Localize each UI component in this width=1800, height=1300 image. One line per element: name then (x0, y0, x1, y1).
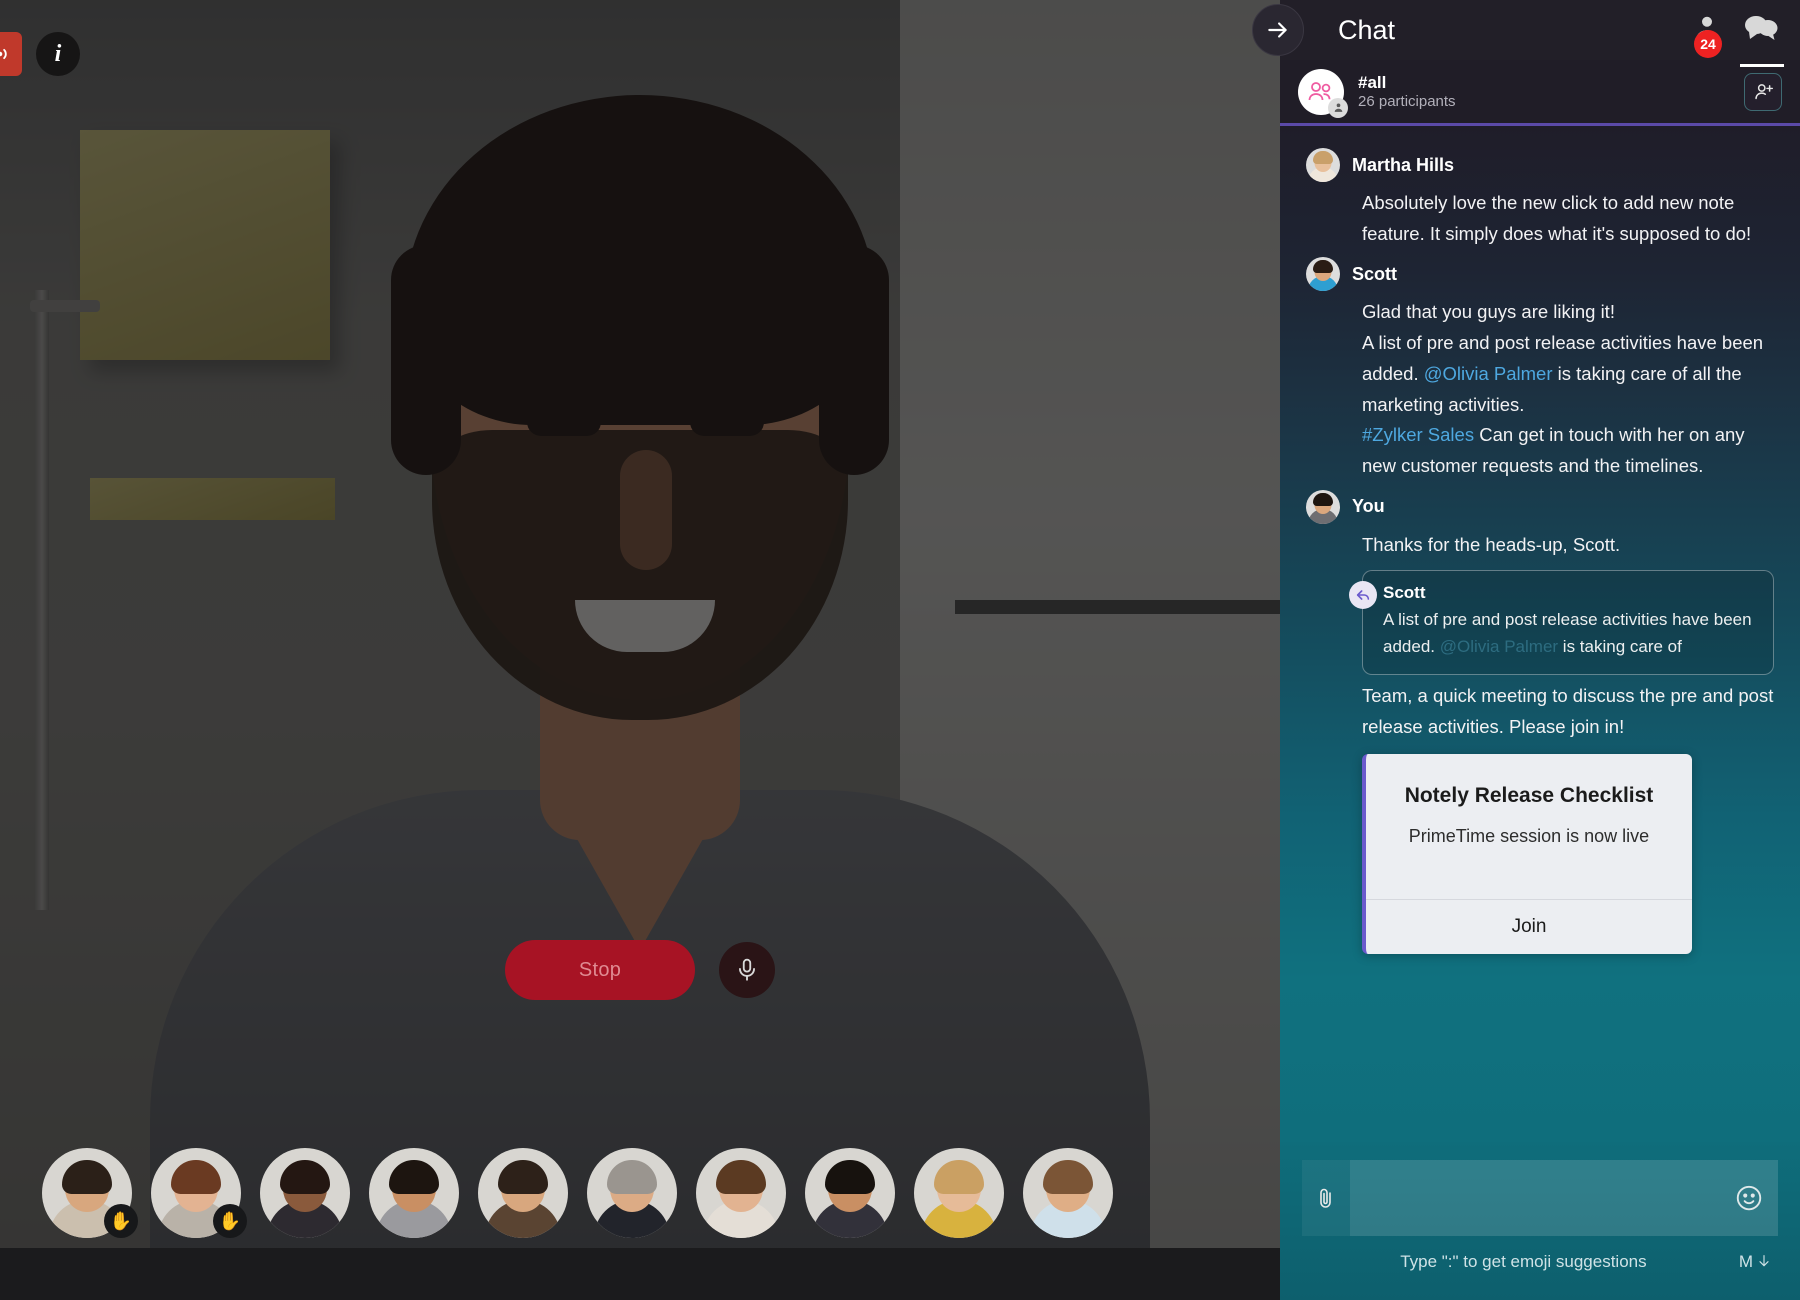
emoji-hint: Type ":" to get emoji suggestions (1400, 1252, 1646, 1272)
quoted-message[interactable]: Scott A list of pre and post release acti… (1362, 570, 1774, 675)
message-text: is taking care of (1558, 637, 1682, 656)
message-body: Thanks for the heads-up, Scott. (1306, 530, 1774, 561)
message-sender: You (1352, 496, 1385, 517)
composer-row (1302, 1160, 1778, 1236)
participant-avatar (696, 1148, 786, 1238)
message-text: Team, a quick meeting to discuss the pre… (1362, 685, 1773, 737)
message-text: Glad that you guys are liking it! (1362, 301, 1615, 322)
arrow-down-icon (1756, 1252, 1772, 1270)
group-icon (1298, 69, 1344, 115)
microphone-icon[interactable] (719, 942, 775, 998)
message-body: Absolutely love the new click to add new… (1306, 188, 1774, 249)
participant-avatar (1023, 1148, 1113, 1238)
message-body: Glad that you guys are liking it! (1306, 297, 1774, 328)
message-body: #Zylker Sales Can get in touch with her … (1306, 420, 1774, 481)
mention-link[interactable]: @Olivia Palmer (1440, 637, 1558, 656)
raised-hand-icon: ✋ (104, 1204, 138, 1238)
call-controls: Stop (0, 940, 1280, 1000)
chat-header: Chat 24 (1280, 0, 1800, 60)
channel-info: #all 26 participants (1358, 72, 1456, 112)
chat-bubbles-icon[interactable] (1744, 13, 1778, 48)
channel-type-badge (1328, 98, 1348, 118)
info-glyph: i (55, 41, 62, 68)
message-text: Thanks for the heads-up, Scott. (1362, 534, 1620, 555)
stage-top-left-indicators: i (0, 32, 80, 76)
chat-message: Martha Hills Absolutely love the new clic… (1306, 148, 1774, 249)
chat-message: You Thanks for the heads-up, Scott. Scott A… (1306, 490, 1774, 955)
markdown-label: M (1739, 1252, 1753, 1272)
participant-avatar (914, 1148, 1004, 1238)
channel-bar[interactable]: #all 26 participants (1280, 60, 1800, 126)
message-body: A list of pre and post release activitie… (1306, 328, 1774, 420)
info-icon[interactable]: i (36, 32, 80, 76)
composer: Type ":" to get emoji suggestions M (1280, 1142, 1800, 1300)
quoted-sender: Scott (1383, 583, 1755, 603)
avatar (1306, 257, 1340, 291)
paperclip-icon[interactable] (1302, 1160, 1350, 1236)
participants-icon[interactable]: 24 (1692, 13, 1722, 48)
participant-thumbnail[interactable] (1023, 1148, 1113, 1238)
chat-title: Chat (1338, 15, 1395, 46)
channel-participants: 26 participants (1358, 93, 1456, 112)
participant-avatar (478, 1148, 568, 1238)
reply-icon (1349, 581, 1377, 609)
session-card-subtitle: PrimeTime session is now live (1384, 826, 1674, 847)
message-header: Scott (1306, 257, 1774, 291)
raised-hand-icon: ✋ (213, 1204, 247, 1238)
message-text: Absolutely love the new click to add new… (1362, 192, 1751, 244)
participant-thumbnail[interactable]: ✋ (151, 1148, 241, 1238)
smiley-icon[interactable] (1734, 1183, 1764, 1213)
message-header: You (1306, 490, 1774, 524)
chat-header-icons: 24 (1692, 13, 1800, 48)
participant-thumbnail[interactable] (696, 1148, 786, 1238)
participant-thumbnail[interactable] (478, 1148, 568, 1238)
broadcast-icon[interactable] (0, 32, 22, 76)
channel-name: #all (1358, 72, 1456, 93)
join-button[interactable]: Join (1366, 899, 1692, 954)
participant-avatar (587, 1148, 677, 1238)
session-card-title: Notely Release Checklist (1384, 784, 1674, 808)
participant-filmstrip: ✋✋ (0, 1138, 1280, 1248)
chat-message: Scott Glad that you guys are liking it! A … (1306, 257, 1774, 481)
mention-link[interactable]: @Olivia Palmer (1424, 363, 1553, 384)
session-card-body: Notely Release Checklist PrimeTime sessio… (1366, 754, 1692, 899)
stage-bottom-bar (0, 1248, 1280, 1300)
message-list[interactable]: Martha Hills Absolutely love the new clic… (1280, 126, 1800, 1142)
participant-avatar (260, 1148, 350, 1238)
participant-thumbnail[interactable]: ✋ (42, 1148, 132, 1238)
avatar (1306, 490, 1340, 524)
message-header: Martha Hills (1306, 148, 1774, 182)
session-card: Notely Release Checklist PrimeTime sessio… (1362, 754, 1692, 954)
chat-panel: Chat 24 (1280, 0, 1800, 1300)
meeting-app: i Stop ✋✋ Chat (0, 0, 1800, 1300)
composer-footer: Type ":" to get emoji suggestions M (1302, 1236, 1778, 1272)
participant-thumbnail[interactable] (805, 1148, 895, 1238)
message-sender: Scott (1352, 264, 1397, 285)
message-sender: Martha Hills (1352, 155, 1454, 176)
participant-avatar (369, 1148, 459, 1238)
channel-link[interactable]: #Zylker Sales (1362, 424, 1474, 445)
stop-button[interactable]: Stop (505, 940, 695, 1000)
avatar (1306, 148, 1340, 182)
message-input[interactable] (1350, 1160, 1778, 1236)
participants-count-badge: 24 (1694, 30, 1722, 58)
participant-avatar (805, 1148, 895, 1238)
message-body: Team, a quick meeting to discuss the pre… (1306, 681, 1774, 742)
participant-thumbnail[interactable] (914, 1148, 1004, 1238)
markdown-toggle[interactable]: M (1739, 1252, 1772, 1272)
add-person-icon[interactable] (1744, 73, 1782, 111)
arrow-right-icon[interactable] (1252, 4, 1304, 56)
video-stage: i Stop ✋✋ (0, 0, 1280, 1300)
video-dim-overlay (0, 0, 1280, 1300)
quoted-text: A list of pre and post release activitie… (1383, 607, 1755, 660)
participant-thumbnail[interactable] (260, 1148, 350, 1238)
participant-thumbnail[interactable] (369, 1148, 459, 1238)
participant-thumbnail[interactable] (587, 1148, 677, 1238)
